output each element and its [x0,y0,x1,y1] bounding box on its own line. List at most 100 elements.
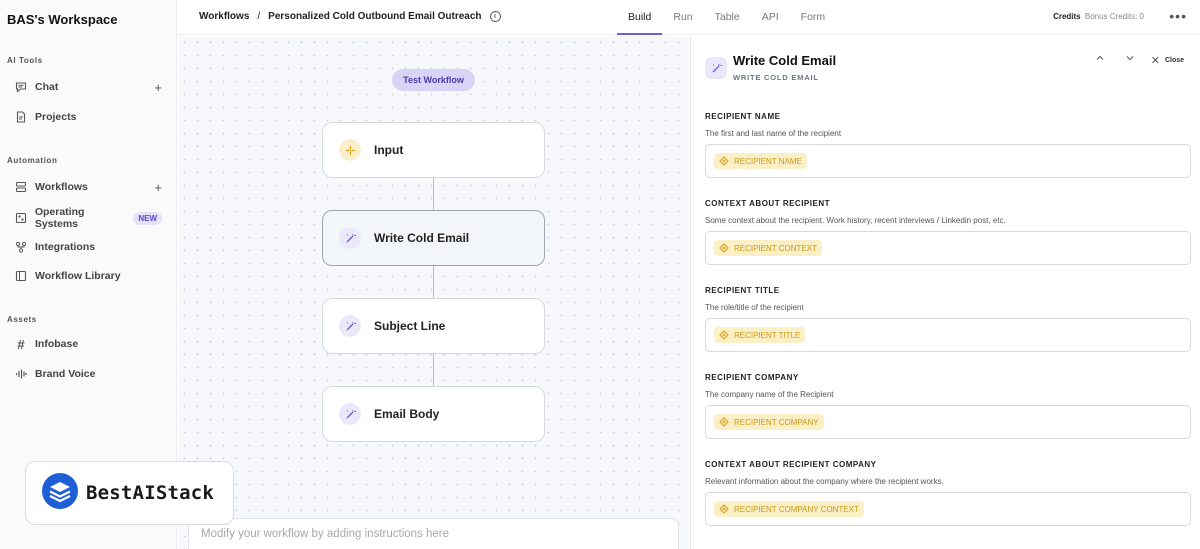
variable-icon [719,504,729,514]
workspace-title[interactable]: BAS's Workspace [7,12,118,27]
integrations-icon [14,240,28,254]
close-button[interactable]: ✕ Close [1151,54,1184,67]
sidebar-item-workflow-library[interactable]: Workflow Library [14,265,162,287]
field-input[interactable]: RECIPIENT CONTEXT [705,231,1191,265]
logo-text: BestAIStack [86,482,215,504]
sidebar-item-label: Infobase [35,338,79,350]
sidebar-item-operating-systems[interactable]: Operating Systems NEW [14,206,162,230]
chevron-down-icon[interactable] [1125,53,1135,66]
add-chat-icon[interactable]: + [154,80,162,95]
variable-chip[interactable]: RECIPIENT NAME [714,153,807,169]
workflow-node-subject-line[interactable]: Subject Line [322,298,545,354]
bonus-credits: Bonus Credits: 0 [1084,12,1144,21]
section-ai-tools: AI Tools [7,56,43,65]
chip-label: RECIPIENT NAME [734,156,802,166]
workflow-instructions-input[interactable]: Modify your workflow by adding instructi… [188,518,679,549]
field-input[interactable]: RECIPIENT NAME [705,144,1191,178]
credits-display[interactable]: Credits Bonus Credits: 0 [1053,12,1144,21]
document-icon [14,110,28,124]
variable-chip[interactable]: RECIPIENT COMPANY [714,414,824,430]
field-recipient-title: RECIPIENT TITLE The role/title of the re… [705,286,1191,352]
field-context-about-recipient-company: CONTEXT ABOUT RECIPIENT COMPANY Relevant… [705,460,1191,526]
sidebar-item-chat[interactable]: Chat + [14,76,162,98]
sidebar-item-workflows[interactable]: Workflows + [14,176,162,198]
breadcrumb-separator: / [257,11,261,22]
field-context-about-recipient: CONTEXT ABOUT RECIPIENT Some context abo… [705,199,1191,265]
tab-form[interactable]: Form [790,0,837,35]
field-description: Some context about the recipient. Work h… [705,216,1006,225]
field-description: Relevant information about the company w… [705,477,944,486]
node-settings-panel: Write Cold Email WRITE COLD EMAIL ✕ Clos… [690,36,1200,549]
field-label: RECIPIENT TITLE [705,286,780,295]
chip-label: RECIPIENT COMPANY [734,417,819,427]
field-label: CONTEXT ABOUT RECIPIENT COMPANY [705,460,877,469]
node-label: Email Body [374,407,440,421]
tab-run[interactable]: Run [662,0,703,35]
field-input[interactable]: RECIPIENT COMPANY CONTEXT [705,492,1191,526]
chip-label: RECIPIENT COMPANY CONTEXT [734,504,859,514]
section-assets: Assets [7,315,37,324]
workflow-node-input[interactable]: Input [322,122,545,178]
view-tabs: Build Run Table API Form [617,0,836,35]
field-description: The role/title of the recipient [705,303,804,312]
sidebar-item-label: Projects [35,111,77,123]
library-icon [14,269,28,283]
more-options-icon[interactable]: ••• [1169,8,1187,24]
sidebar-item-label: Workflow Library [35,270,121,282]
workflow-icon [14,180,28,194]
connector-line [433,354,434,386]
field-input[interactable]: RECIPIENT TITLE [705,318,1191,352]
field-label: CONTEXT ABOUT RECIPIENT [705,199,830,208]
panel-title: Write Cold Email [733,53,837,68]
variable-icon [719,417,729,427]
tab-api[interactable]: API [751,0,790,35]
sidebar-item-projects[interactable]: Projects [14,106,162,128]
chip-label: RECIPIENT CONTEXT [734,243,817,253]
breadcrumb-current: Personalized Cold Outbound Email Outreac… [268,11,482,22]
info-icon[interactable]: i [489,11,501,22]
close-icon: ✕ [1150,55,1160,67]
sidebar-item-integrations[interactable]: Integrations [14,236,162,258]
workflow-canvas[interactable]: Test Workflow Input Write Cold Email Sub… [178,36,689,549]
tab-build[interactable]: Build [617,0,663,35]
magic-wand-icon [339,403,361,425]
node-label: Subject Line [374,319,446,333]
sidebar-item-infobase[interactable]: # Infobase [14,333,162,355]
field-description: The company name of the Recipient [705,390,834,399]
magic-wand-icon [705,57,727,79]
variable-icon [719,330,729,340]
breadcrumb-workflows[interactable]: Workflows [199,11,249,22]
credits-label: Credits [1053,12,1081,21]
node-label: Input [374,143,404,157]
workflow-node-write-cold-email[interactable]: Write Cold Email [322,210,545,266]
new-badge: NEW [133,211,162,225]
add-workflow-icon[interactable]: + [154,180,162,195]
connector-line [433,266,434,298]
bestaistack-logo: BestAIStack [25,461,234,525]
panel-subtitle: WRITE COLD EMAIL [733,73,819,82]
test-workflow-button[interactable]: Test Workflow [392,69,475,91]
field-label: RECIPIENT NAME [705,112,781,121]
chevron-up-icon[interactable] [1095,53,1105,66]
stack-logo-icon [42,472,78,514]
field-description: The first and last name of the recipient [705,129,842,138]
top-bar: Workflows / Personalized Cold Outbound E… [177,0,1200,35]
variable-chip[interactable]: RECIPIENT TITLE [714,327,806,343]
sidebar-item-label: Operating Systems [34,206,85,230]
sidebar-item-label: Integrations [35,241,96,253]
magic-wand-icon [339,315,361,337]
sidebar-item-label: Chat [35,81,59,93]
variable-chip[interactable]: RECIPIENT COMPANY CONTEXT [714,501,864,517]
variable-chip[interactable]: RECIPIENT CONTEXT [714,240,822,256]
operating-system-icon [14,211,28,225]
workflow-node-email-body[interactable]: Email Body [322,386,545,442]
chat-icon [14,80,28,94]
connector-line [433,178,434,210]
input-node-icon [339,139,361,161]
field-label: RECIPIENT COMPANY [705,373,799,382]
sidebar-item-brand-voice[interactable]: Brand Voice [14,363,162,385]
tab-table[interactable]: Table [704,0,751,35]
variable-icon [719,156,729,166]
sidebar-item-label: Brand Voice [35,368,96,380]
field-input[interactable]: RECIPIENT COMPANY [705,405,1191,439]
